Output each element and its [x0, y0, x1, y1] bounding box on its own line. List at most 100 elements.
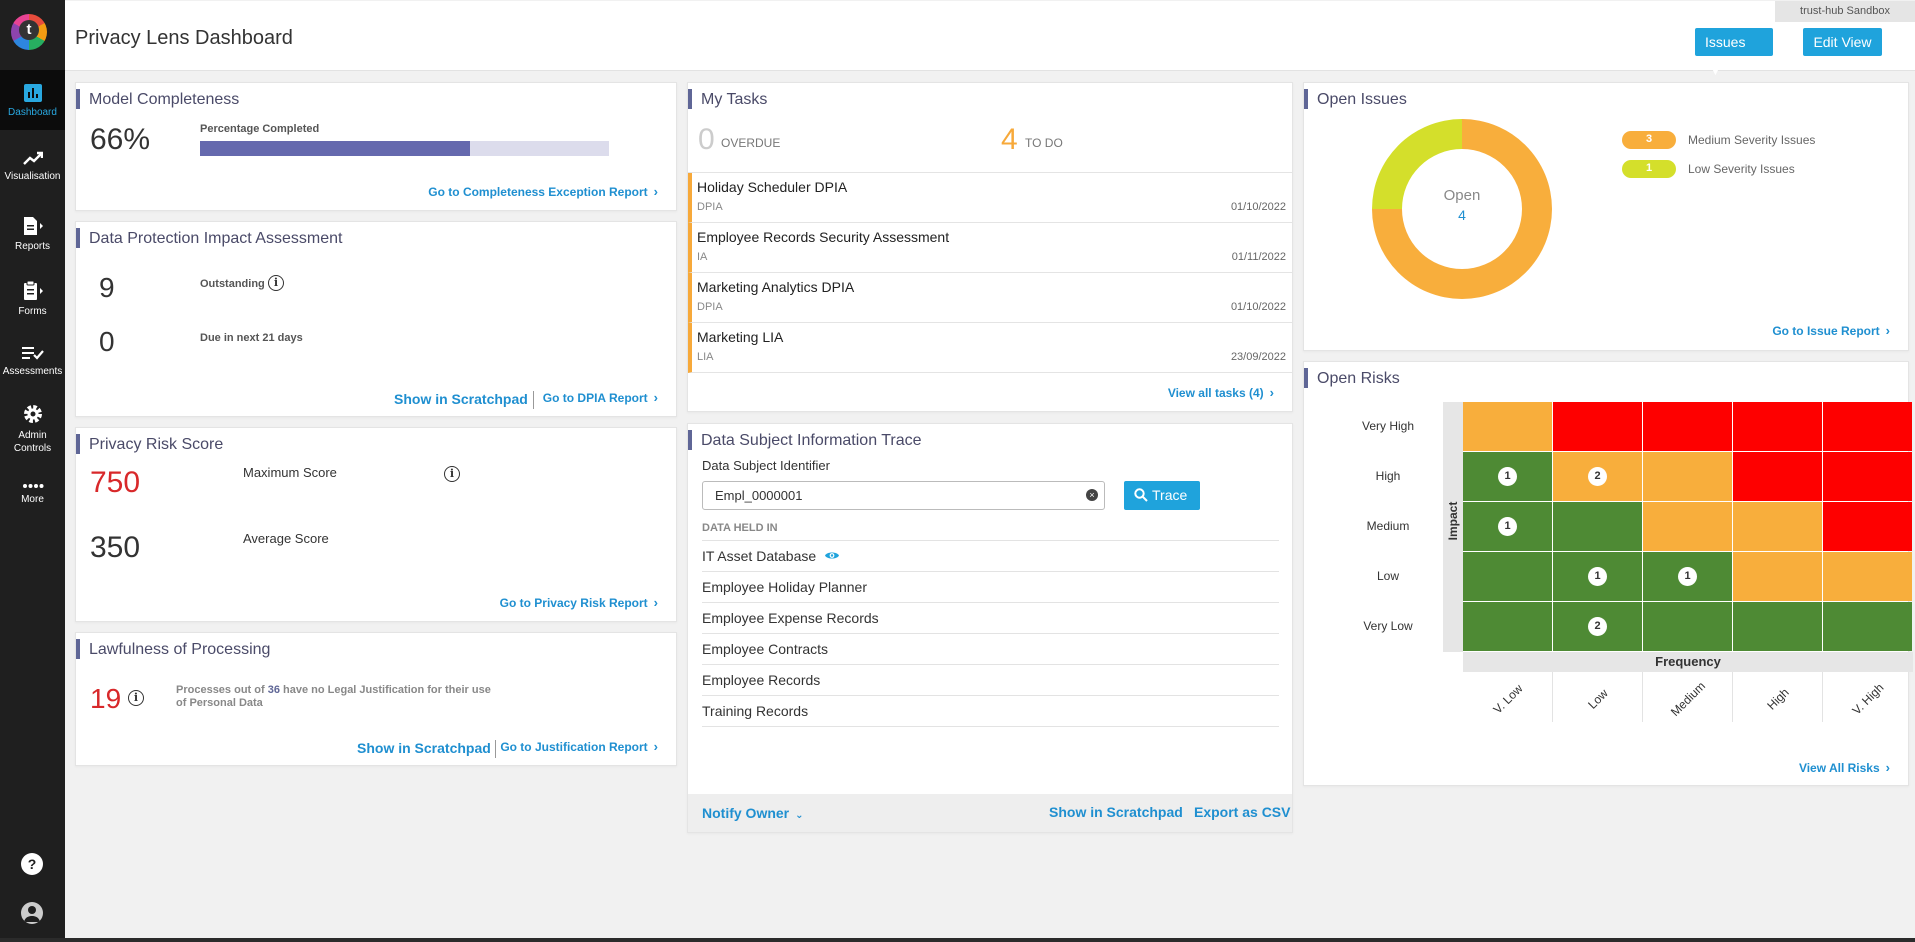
risk-cell[interactable]	[1733, 402, 1822, 451]
info-icon[interactable]: i	[444, 466, 460, 482]
risk-cell[interactable]: 1	[1463, 502, 1552, 551]
search-icon	[1134, 488, 1148, 502]
info-icon[interactable]: i	[268, 275, 284, 291]
risk-cell[interactable]	[1643, 502, 1732, 551]
sidebar-item-assessments[interactable]: Assessments	[0, 345, 65, 378]
risk-cell[interactable]	[1823, 602, 1912, 651]
risk-cell[interactable]	[1463, 402, 1552, 451]
chevron-right-icon: ›	[1269, 385, 1274, 400]
completeness-progress-fill	[200, 141, 470, 156]
held-in-item[interactable]: Employee Holiday Planner	[702, 572, 1279, 603]
risk-cell[interactable]	[1823, 552, 1912, 601]
risk-col-label: V. High	[1849, 680, 1887, 718]
card-title: Data Protection Impact Assessment	[75, 228, 343, 248]
card-title: Lawfulness of Processing	[75, 639, 271, 659]
task-row[interactable]: Employee Records Security Assessment IA …	[688, 223, 1292, 273]
max-score-value: 750	[90, 466, 141, 499]
risk-cell[interactable]: 1	[1553, 552, 1642, 601]
risk-count-badge[interactable]: 1	[1498, 517, 1517, 536]
trace-button[interactable]: Trace	[1124, 481, 1200, 510]
risk-cell[interactable]	[1643, 402, 1732, 451]
risk-cell[interactable]: 1	[1463, 452, 1552, 501]
sidebar-item-more[interactable]: More	[0, 483, 65, 506]
lawfulness-count: 19	[90, 683, 122, 714]
issues-dropdown-button[interactable]: Issues ▼	[1695, 28, 1773, 77]
lawfulness-card: Lawfulness of Processing 19 i Processes …	[75, 632, 677, 766]
sidebar-item-reports[interactable]: Reports	[0, 216, 65, 253]
held-in-item[interactable]: IT Asset Database	[702, 541, 1279, 572]
dpia-show-scratchpad-link[interactable]: Show in Scratchpad	[394, 391, 528, 407]
lawfulness-show-scratchpad-link[interactable]: Show in Scratchpad	[357, 740, 491, 756]
risk-row-label: High	[1333, 452, 1443, 501]
bottom-scrollbar[interactable]	[0, 938, 1915, 942]
edit-view-button[interactable]: Edit View	[1803, 28, 1882, 56]
risk-col-divider	[1552, 672, 1553, 722]
risk-cell[interactable]	[1733, 552, 1822, 601]
risk-count-badge[interactable]: 2	[1588, 617, 1607, 636]
held-in-item[interactable]: Employee Records	[702, 665, 1279, 696]
risk-count-badge[interactable]: 1	[1678, 567, 1697, 586]
view-all-tasks-link[interactable]: View all tasks (4) ›	[1168, 385, 1274, 400]
sidebar-item-admin-controls[interactable]: Admin Controls	[0, 403, 65, 455]
export-csv-link[interactable]: Export as CSV	[1194, 804, 1290, 820]
identifier-input[interactable]: Empl_0000001 ×	[702, 481, 1105, 510]
risk-cell[interactable]	[1733, 452, 1822, 501]
task-type: IA	[697, 251, 708, 263]
risk-cell[interactable]	[1823, 402, 1912, 451]
risk-cell[interactable]	[1463, 602, 1552, 651]
justification-report-link[interactable]: Go to Justification Report ›	[500, 739, 658, 754]
sidebar-item-dashboard[interactable]: Dashboard	[0, 70, 65, 130]
risk-cell[interactable]	[1823, 452, 1912, 501]
view-all-risks-link[interactable]: View All Risks ›	[1799, 760, 1890, 775]
privacy-risk-report-link[interactable]: Go to Privacy Risk Report ›	[500, 595, 658, 610]
impact-axis-label: Impact	[1446, 501, 1460, 541]
legend-medium-label: Medium Severity Issues	[1688, 133, 1816, 147]
risk-count-badge[interactable]: 2	[1588, 467, 1607, 486]
overdue-count: 0	[698, 123, 715, 156]
risk-cell[interactable]	[1733, 502, 1822, 551]
user-icon[interactable]	[21, 902, 43, 924]
task-row[interactable]: Marketing Analytics DPIA DPIA 01/10/2022	[688, 273, 1292, 323]
header-bar: Privacy Lens Dashboard trust-hub Sandbox…	[65, 1, 1915, 77]
sidebar-item-visualisation[interactable]: Visualisation	[0, 150, 65, 183]
task-date: 01/10/2022	[1230, 201, 1286, 213]
app-logo[interactable]	[11, 14, 47, 50]
completeness-report-link[interactable]: Go to Completeness Exception Report ›	[428, 184, 658, 199]
dpia-card: Data Protection Impact Assessment 9 Outs…	[75, 221, 677, 417]
task-row[interactable]: Marketing LIA LIA 23/09/2022	[688, 323, 1292, 373]
sidebar-item-forms[interactable]: Forms	[0, 281, 65, 318]
risk-cell[interactable]	[1463, 552, 1552, 601]
risk-count-badge[interactable]: 1	[1588, 567, 1607, 586]
outstanding-label: Outstanding	[200, 278, 265, 290]
held-in-item[interactable]: Training Records	[702, 696, 1279, 727]
risk-cell[interactable]: 1	[1643, 552, 1732, 601]
clear-icon[interactable]: ×	[1086, 489, 1098, 501]
issue-report-link[interactable]: Go to Issue Report ›	[1772, 323, 1890, 338]
risk-count-badge[interactable]: 1	[1498, 467, 1517, 486]
help-icon[interactable]: ?	[21, 853, 43, 875]
data-subject-trace-card: Data Subject Information Trace Data Subj…	[687, 423, 1293, 833]
risk-cell[interactable]	[1553, 402, 1642, 451]
trace-show-scratchpad-link[interactable]: Show in Scratchpad	[1049, 804, 1183, 820]
task-row[interactable]: Holiday Scheduler DPIA DPIA 01/10/2022	[688, 173, 1292, 223]
link-separator	[495, 740, 496, 758]
notify-owner-dropdown[interactable]: Notify Owner ⌄	[702, 805, 804, 821]
risk-cell[interactable]	[1643, 602, 1732, 651]
risk-cell[interactable]: 2	[1553, 602, 1642, 651]
held-in-item[interactable]: Employee Contracts	[702, 634, 1279, 665]
info-icon[interactable]: i	[128, 690, 144, 706]
risk-cell[interactable]	[1553, 502, 1642, 551]
risk-cell[interactable]: 2	[1553, 452, 1642, 501]
eye-icon[interactable]	[824, 550, 840, 561]
risk-col-label: High	[1764, 685, 1792, 713]
avg-score-value: 350	[90, 531, 141, 564]
bar-chart-icon	[23, 84, 42, 102]
risk-cell[interactable]	[1643, 452, 1732, 501]
held-in-item[interactable]: Employee Expense Records	[702, 603, 1279, 634]
risk-cell[interactable]	[1733, 602, 1822, 651]
risk-col-label: Low	[1585, 686, 1611, 712]
risk-matrix: Impact Frequency Very High High 1 2 Medium 1 L…	[1333, 402, 1913, 732]
dpia-report-link[interactable]: Go to DPIA Report ›	[543, 390, 658, 405]
risk-cell[interactable]	[1823, 502, 1912, 551]
sidebar-item-label: Forms	[18, 306, 47, 317]
